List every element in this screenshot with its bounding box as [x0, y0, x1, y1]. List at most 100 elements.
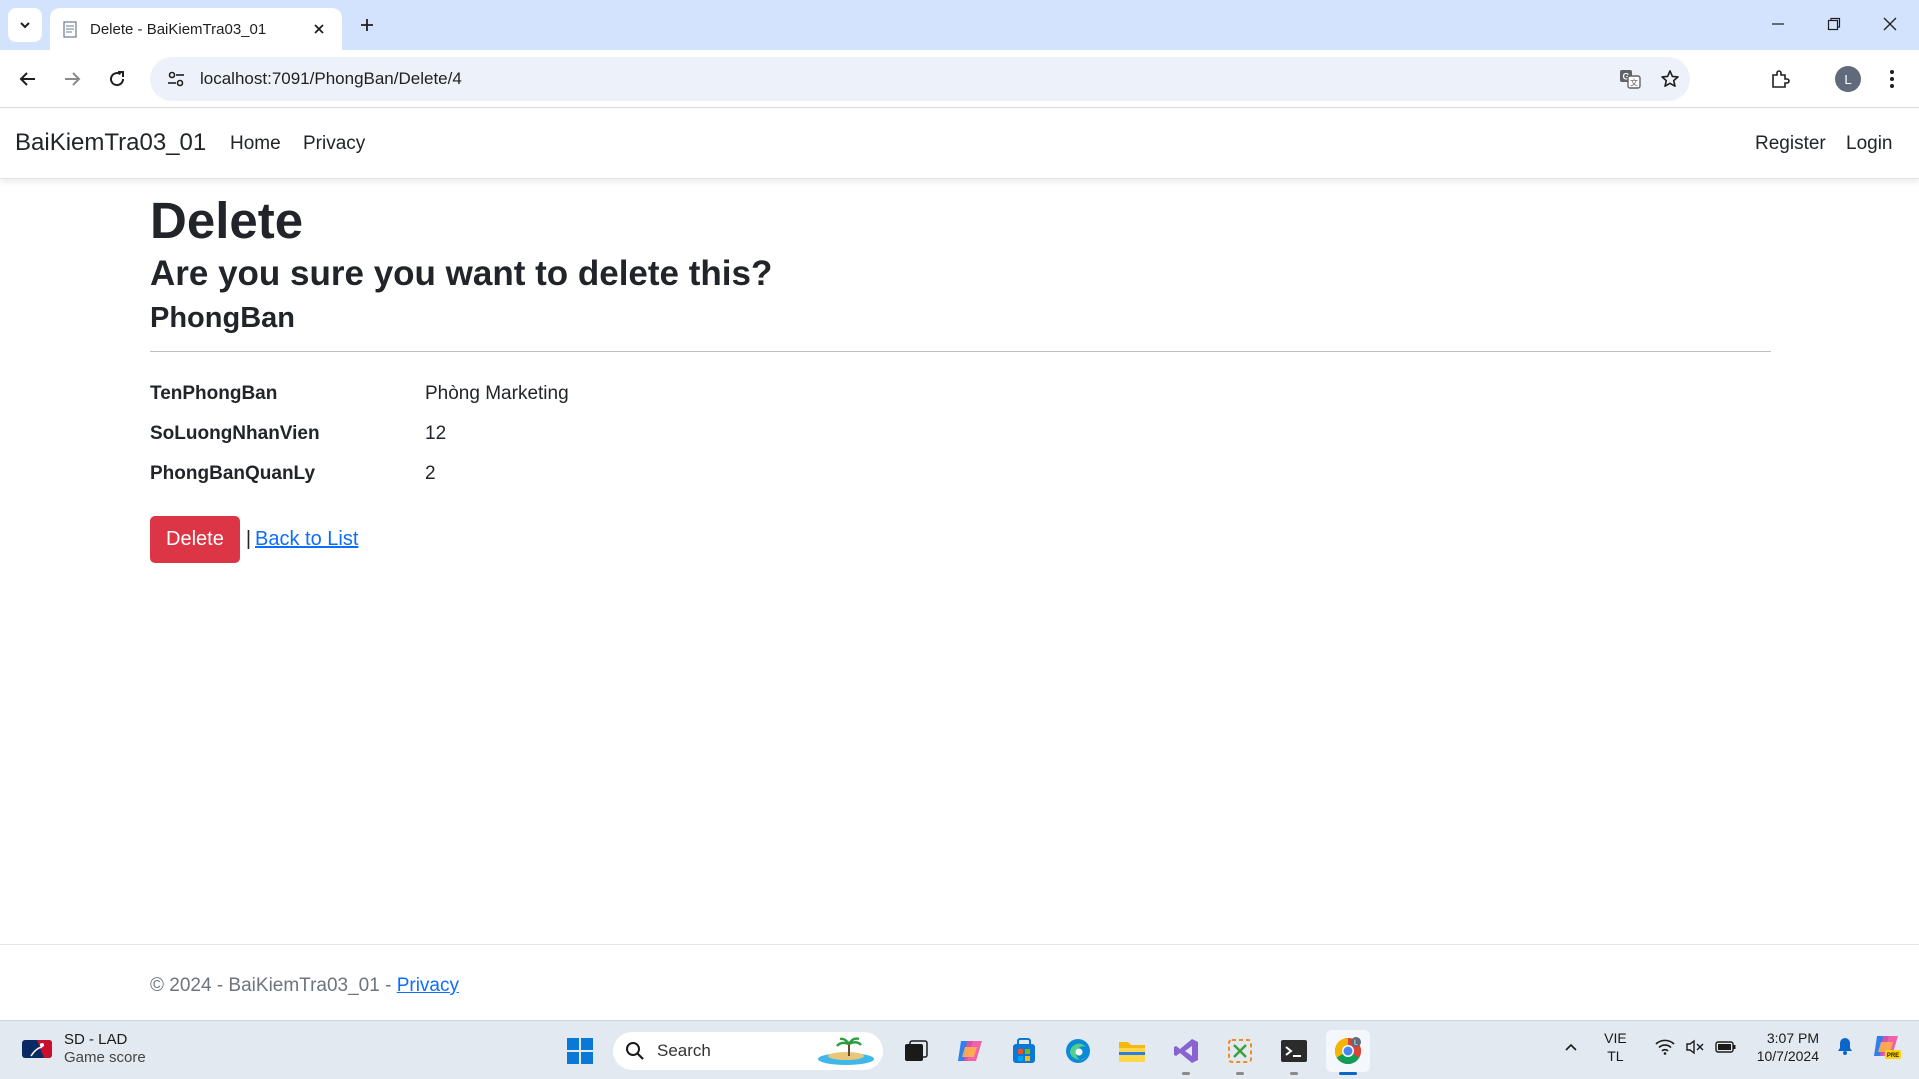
svg-text:PRE: PRE	[1887, 1053, 1899, 1059]
app-running-indicator	[1182, 1072, 1190, 1075]
os-taskbar: SD - LAD Game score Search L VIE TL 3:07…	[0, 1020, 1919, 1079]
input-language-indicator[interactable]: VIE TL	[1604, 1029, 1627, 1065]
profile-button[interactable]: L	[1830, 61, 1866, 97]
detail-value: 12	[425, 422, 447, 444]
chevron-down-icon	[20, 22, 30, 29]
task-view-button[interactable]	[894, 1030, 938, 1072]
browser-tab-active[interactable]: Delete - BaiKiemTra03_01	[50, 8, 342, 50]
minimize-icon	[1772, 23, 1784, 25]
quick-settings-button[interactable]	[1655, 1039, 1737, 1055]
close-icon	[1883, 17, 1897, 31]
restore-button[interactable]	[1806, 6, 1862, 42]
confirm-question: Are you sure you want to delete this?	[150, 254, 773, 294]
entity-name: PhongBan	[150, 302, 295, 335]
clock[interactable]: 3:07 PM 10/7/2024	[1757, 1029, 1819, 1065]
scissors-icon	[1228, 1039, 1252, 1063]
app-running-indicator	[1236, 1072, 1244, 1075]
chrome-app[interactable]: L	[1326, 1030, 1370, 1075]
taskbar-search[interactable]: Search	[613, 1032, 883, 1070]
wifi-icon	[1655, 1039, 1675, 1055]
system-tray: VIE TL 3:07 PM 10/7/2024 PRE	[1564, 1029, 1901, 1065]
bell-icon	[1838, 1037, 1852, 1055]
detail-row: SoLuongNhanVien 12	[150, 414, 1771, 454]
visual-studio-icon	[1174, 1039, 1198, 1063]
windows-logo-icon	[567, 1038, 593, 1064]
tab-title: Delete - BaiKiemTra03_01	[90, 20, 267, 38]
browser-toolbar: localhost:7091/PhongBan/Delete/4 G文 L	[0, 50, 1919, 108]
detail-value: Phòng Marketing	[425, 382, 569, 404]
arrow-left-icon	[19, 72, 35, 86]
copilot-pre-icon: PRE	[1874, 1035, 1901, 1059]
visual-studio-app[interactable]	[1164, 1030, 1208, 1075]
svg-text:文: 文	[1630, 78, 1638, 88]
clock-time: 3:07 PM	[1766, 1030, 1819, 1046]
close-window-button[interactable]	[1862, 6, 1918, 42]
details-list: TenPhongBan Phòng Marketing SoLuongNhanV…	[150, 374, 1771, 494]
nav-link-login[interactable]: Login	[1846, 133, 1893, 155]
new-tab-button[interactable]	[352, 10, 382, 40]
browser-menu-button[interactable]	[1874, 61, 1910, 97]
start-button[interactable]	[558, 1030, 602, 1072]
navbar-brand[interactable]: BaiKiemTra03_01	[15, 129, 206, 157]
terminal-icon	[1281, 1040, 1307, 1062]
avatar: L	[1835, 66, 1861, 92]
notifications-button[interactable]	[1837, 1037, 1853, 1058]
search-highlight-island-icon	[818, 1037, 874, 1065]
copyright-text: © 2024 - BaiKiemTra03_01 -	[150, 975, 397, 996]
detail-row: TenPhongBan Phòng Marketing	[150, 374, 1771, 414]
detail-label: PhongBanQuanLy	[150, 462, 316, 484]
extensions-button[interactable]	[1762, 61, 1798, 97]
arrow-right-icon	[65, 72, 81, 86]
reload-button[interactable]	[99, 61, 135, 97]
divider	[150, 350, 1771, 352]
nav-link-register[interactable]: Register	[1755, 133, 1826, 155]
store-icon	[1013, 1038, 1035, 1063]
back-button[interactable]	[10, 61, 46, 97]
chevron-up-icon	[1565, 1044, 1577, 1051]
copilot-tray-button[interactable]: PRE	[1871, 1032, 1901, 1063]
search-placeholder: Search	[657, 1041, 711, 1060]
delete-button[interactable]: Delete	[150, 515, 240, 563]
file-explorer-app[interactable]	[1110, 1030, 1154, 1072]
edge-app[interactable]	[1056, 1030, 1100, 1072]
tab-search-button[interactable]	[8, 8, 42, 42]
app-running-indicator	[1290, 1072, 1298, 1075]
mlb-logo-icon	[22, 1040, 52, 1058]
plus-icon	[361, 19, 373, 31]
restore-icon	[1827, 17, 1841, 31]
puzzle-icon	[1772, 70, 1790, 88]
nav-link-privacy[interactable]: Privacy	[303, 133, 365, 155]
minimize-button[interactable]	[1750, 6, 1806, 42]
detail-value: 2	[425, 462, 436, 484]
bookmark-star-icon[interactable]	[1650, 59, 1690, 99]
microsoft-store-app[interactable]	[1002, 1030, 1046, 1072]
site-footer: © 2024 - BaiKiemTra03_01 - Privacy	[0, 944, 1919, 1020]
site-info-icon[interactable]	[156, 59, 196, 99]
terminal-app[interactable]	[1272, 1030, 1316, 1075]
separator-text: |	[245, 527, 252, 550]
task-view-icon	[905, 1040, 928, 1061]
back-to-list-link[interactable]: Back to List	[255, 528, 358, 551]
page-title: Delete	[150, 192, 304, 249]
folder-icon	[1119, 1042, 1145, 1062]
close-tab-icon[interactable]	[308, 18, 330, 40]
show-hidden-icons-button[interactable]	[1564, 1039, 1578, 1055]
site-navbar: BaiKiemTra03_01 Home Privacy Register Lo…	[0, 109, 1919, 179]
reload-icon	[110, 71, 125, 87]
detail-row: PhongBanQuanLy 2	[150, 454, 1771, 494]
footer-privacy-link[interactable]: Privacy	[397, 975, 459, 996]
copilot-app[interactable]	[948, 1030, 992, 1072]
url-text[interactable]: localhost:7091/PhongBan/Delete/4	[200, 69, 1610, 89]
forward-button[interactable]	[54, 61, 90, 97]
nav-link-home[interactable]: Home	[230, 133, 281, 155]
snipping-tool-app[interactable]	[1218, 1030, 1262, 1075]
detail-label: SoLuongNhanVien	[150, 422, 320, 444]
page-favicon-icon	[62, 20, 78, 38]
chrome-icon: L	[1334, 1037, 1362, 1065]
keyboard-layout: TL	[1607, 1048, 1624, 1065]
address-bar[interactable]: localhost:7091/PhongBan/Delete/4 G文	[150, 57, 1690, 101]
translate-icon[interactable]: G文	[1610, 59, 1650, 99]
search-icon	[626, 1042, 644, 1060]
widgets-button[interactable]: SD - LAD Game score	[22, 1031, 146, 1067]
detail-label: TenPhongBan	[150, 382, 278, 404]
